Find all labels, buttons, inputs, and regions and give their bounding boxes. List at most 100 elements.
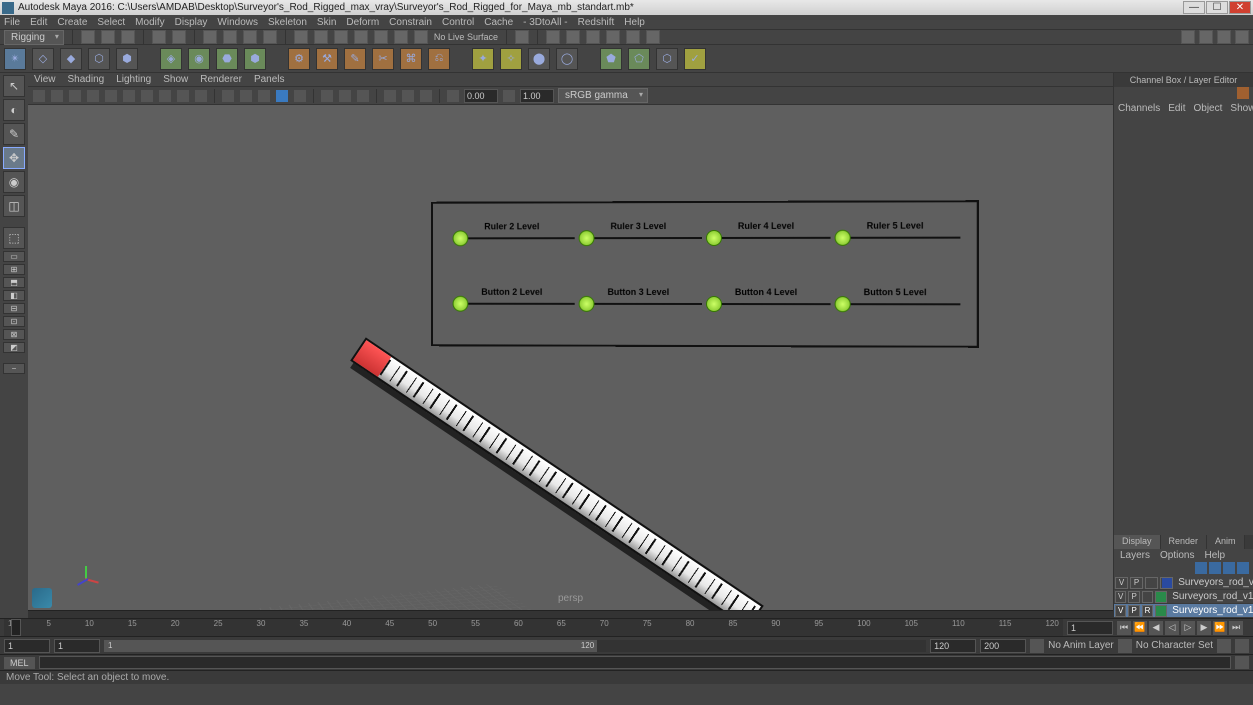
layer-menu-help[interactable]: Help — [1204, 550, 1225, 561]
shelf-icon[interactable]: ⬟ — [600, 48, 622, 70]
live-surface-icon[interactable] — [414, 30, 428, 44]
snap-grid-icon[interactable] — [294, 30, 308, 44]
shelf-icon[interactable]: ◉ — [188, 48, 210, 70]
time-slider[interactable]: 1510152025303540455055606570758085909510… — [0, 618, 1253, 636]
rig-control-panel[interactable]: Ruler 2 LevelRuler 3 LevelRuler 4 LevelR… — [431, 200, 979, 348]
exposure-icon[interactable] — [446, 89, 460, 103]
panel-menu-panels[interactable]: Panels — [254, 74, 285, 85]
rig-slider[interactable]: Ruler 3 Level — [575, 221, 702, 239]
close-button[interactable]: ✕ — [1229, 1, 1251, 14]
layout-misc1[interactable]: ⊡ — [3, 316, 25, 327]
shelf-icon[interactable]: ◈ — [160, 48, 182, 70]
gamma-icon[interactable] — [502, 89, 516, 103]
exposure-field[interactable]: 0.00 — [464, 89, 498, 103]
shelf-icon[interactable]: ⚙ — [288, 48, 310, 70]
shelf-icon[interactable]: ⎌ — [428, 48, 450, 70]
script-editor-button[interactable] — [1235, 656, 1249, 669]
panel-icon[interactable] — [176, 89, 190, 103]
rig-slider[interactable]: Ruler 2 Level — [449, 221, 575, 239]
layer-menu-layers[interactable]: Layers — [1120, 550, 1150, 561]
shelf-icon[interactable]: ◇ — [32, 48, 54, 70]
play-forward-button[interactable]: ▷ — [1181, 621, 1195, 635]
layer-color-swatch[interactable] — [1155, 591, 1167, 603]
panel-icon[interactable] — [86, 89, 100, 103]
anim-layer-icon[interactable] — [1030, 639, 1044, 653]
panel-icon[interactable] — [122, 89, 136, 103]
layer-playback-toggle[interactable]: P — [1128, 605, 1139, 617]
render-view-icon[interactable] — [606, 30, 620, 44]
layer-visibility-toggle[interactable]: V — [1115, 591, 1126, 603]
anim-layer-dropdown[interactable]: No Anim Layer — [1048, 640, 1114, 651]
channel-tab-object[interactable]: Object — [1194, 103, 1223, 114]
panel-layout-3-icon[interactable] — [1217, 30, 1231, 44]
channel-tab-channels[interactable]: Channels — [1118, 103, 1160, 114]
panel-icon[interactable] — [356, 89, 370, 103]
playback-start-field[interactable]: 1 — [54, 639, 100, 653]
step-forward-button[interactable]: ▶ — [1197, 621, 1211, 635]
channel-box-icon[interactable] — [1237, 87, 1249, 99]
menu-dtoall[interactable]: - 3DtoAll - — [523, 17, 567, 28]
rig-slider[interactable]: Ruler 4 Level — [702, 221, 830, 239]
panel-icon[interactable] — [239, 89, 253, 103]
layer-icon[interactable] — [1209, 562, 1221, 574]
layer-row[interactable]: VPRSurveyors_rod_v1_con — [1114, 604, 1253, 618]
layer-tab-render[interactable]: Render — [1161, 535, 1208, 549]
layout-two-h[interactable]: ⬒ — [3, 277, 25, 288]
menu-control[interactable]: Control — [442, 17, 474, 28]
current-time-marker[interactable] — [11, 619, 21, 636]
layer-tab-display[interactable]: Display — [1114, 535, 1161, 549]
panel-icon[interactable] — [293, 89, 307, 103]
move-tool[interactable]: ✥ — [3, 147, 25, 169]
command-language-label[interactable]: MEL — [4, 657, 35, 669]
layer-row[interactable]: VPSurveyors_rod_v1 — [1114, 576, 1253, 590]
command-input[interactable] — [39, 656, 1231, 669]
go-start-button[interactable]: ⏮ — [1117, 621, 1131, 635]
step-back-button[interactable]: ◀ — [1149, 621, 1163, 635]
shelf-icon[interactable]: ⚒ — [316, 48, 338, 70]
rig-slider-knob[interactable] — [453, 296, 469, 312]
layer-tab-anim[interactable]: Anim — [1207, 535, 1245, 549]
panel-icon[interactable] — [419, 89, 433, 103]
viewport-persp[interactable]: Ruler 2 LevelRuler 3 LevelRuler 4 LevelR… — [28, 105, 1113, 610]
paint-tool[interactable]: ✎ — [3, 123, 25, 145]
open-scene-icon[interactable] — [101, 30, 115, 44]
menu-skeleton[interactable]: Skeleton — [268, 17, 307, 28]
shelf-icon[interactable]: ⬢ — [116, 48, 138, 70]
hypershade-icon[interactable] — [626, 30, 640, 44]
menu-redshift[interactable]: Redshift — [578, 17, 615, 28]
panel-icon[interactable] — [383, 89, 397, 103]
panel-icon[interactable] — [257, 89, 271, 103]
character-set-dropdown[interactable]: No Character Set — [1136, 640, 1213, 651]
gamma-field[interactable]: 1.00 — [520, 89, 554, 103]
panel-icon[interactable] — [68, 89, 82, 103]
minimize-button[interactable]: — — [1183, 1, 1205, 14]
step-forward-key-button[interactable]: ⏩ — [1213, 621, 1227, 635]
layer-icon[interactable] — [1223, 562, 1235, 574]
rig-slider-knob[interactable] — [706, 230, 722, 246]
rig-slider-knob[interactable] — [579, 296, 595, 312]
viewport-scrollbar[interactable] — [28, 610, 1113, 618]
menu-cache[interactable]: Cache — [484, 17, 513, 28]
snap-view-icon[interactable] — [394, 30, 408, 44]
panel-menu-lighting[interactable]: Lighting — [116, 74, 151, 85]
menu-help[interactable]: Help — [624, 17, 645, 28]
panel-icon[interactable] — [401, 89, 415, 103]
panel-menu-view[interactable]: View — [34, 74, 56, 85]
playback-end-field[interactable]: 120 — [930, 639, 976, 653]
shelf-icon[interactable]: ✓ — [684, 48, 706, 70]
rig-slider-knob[interactable] — [834, 230, 850, 246]
shelf-icon[interactable]: ⬤ — [528, 48, 550, 70]
redo-icon[interactable] — [172, 30, 186, 44]
layout-four[interactable]: ⊞ — [3, 264, 25, 275]
scale-tool[interactable]: ◫ — [3, 195, 25, 217]
lasso-tool[interactable]: ◐ — [3, 99, 25, 121]
shelf-icon[interactable]: ◯ — [556, 48, 578, 70]
snap-surface-icon[interactable] — [374, 30, 388, 44]
panel-icon[interactable] — [50, 89, 64, 103]
color-management-dropdown[interactable]: sRGB gamma — [558, 88, 648, 103]
layer-color-swatch[interactable] — [1160, 577, 1173, 589]
rig-slider-knob[interactable] — [706, 296, 722, 312]
maximize-button[interactable]: ☐ — [1206, 1, 1228, 14]
layer-reference-toggle[interactable]: R — [1142, 605, 1153, 617]
panel-layout-2-icon[interactable] — [1199, 30, 1213, 44]
